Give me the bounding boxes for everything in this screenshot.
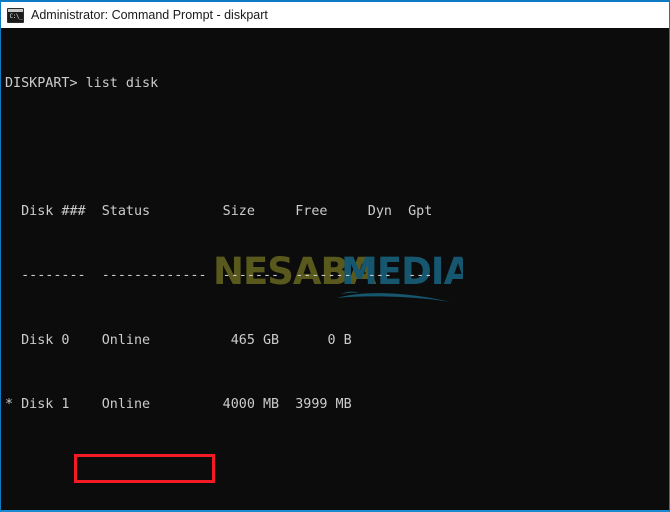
console-output: DISKPART> list disk Disk ### Status Size… (1, 28, 513, 510)
console-line-disk-1: * Disk 1 Online 4000 MB 3999 MB (5, 396, 352, 412)
command-prompt-window[interactable]: ··· C:\_ Administrator: Command Prompt -… (0, 0, 670, 512)
command-prompt-icon: ··· C:\_ (7, 7, 24, 23)
window-title: Administrator: Command Prompt - diskpart (31, 7, 268, 22)
console-line-disk-0: Disk 0 Online 465 GB 0 B (5, 332, 352, 348)
console-line-table-header: Disk ### Status Size Free Dyn Gpt (5, 204, 433, 220)
console-line: DISKPART> list disk (5, 75, 159, 91)
console-surface[interactable]: NESABA MEDIA NESABA MEDIA DISKPART> list… (1, 28, 669, 510)
icon-prompt-glyph: C:\_ (9, 12, 23, 20)
console-line-table-rule: -------- ------------- ------- ------- -… (5, 268, 433, 284)
title-bar[interactable]: ··· C:\_ Administrator: Command Prompt -… (1, 2, 669, 28)
